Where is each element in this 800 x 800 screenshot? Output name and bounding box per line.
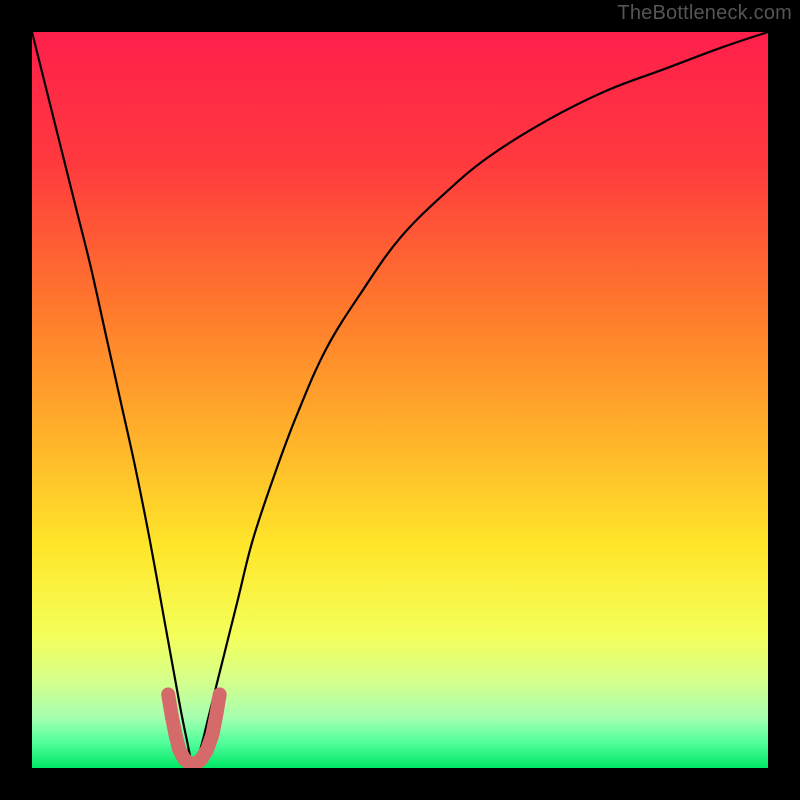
curve-layer (32, 32, 768, 768)
sweet-spot-marker (168, 694, 220, 763)
plot-area (32, 32, 768, 768)
attribution-text: TheBottleneck.com (617, 2, 792, 25)
chart-frame: TheBottleneck.com (0, 0, 800, 800)
bottleneck-curve (32, 32, 768, 768)
